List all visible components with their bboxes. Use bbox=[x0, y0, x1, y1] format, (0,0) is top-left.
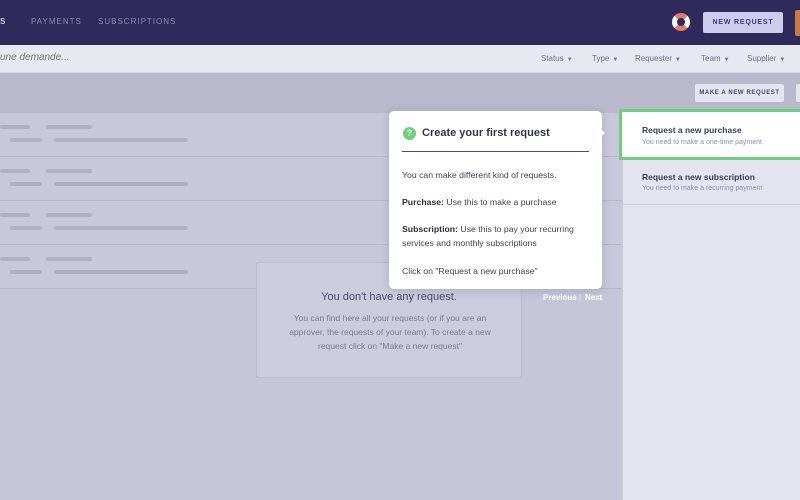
top-nav: S PAYMENTS SUBSCRIPTIONS NEW REQUEST bbox=[0, 0, 800, 45]
chevron-down-icon: ▼ bbox=[779, 57, 786, 63]
skeleton-line bbox=[54, 270, 188, 274]
tour-intro: You can make different kind of requests. bbox=[402, 170, 557, 180]
divider bbox=[402, 151, 589, 152]
request-purchase-option[interactable]: Request a new purchase You need to make … bbox=[619, 109, 800, 160]
chevron-down-icon: ▼ bbox=[723, 57, 730, 63]
empty-state-title: You don't have any request. bbox=[321, 291, 457, 303]
tour-purchase-text: Purchase: Use this to make a purchase bbox=[402, 197, 557, 207]
tour-next-button[interactable]: Next bbox=[585, 293, 602, 302]
skeleton-line bbox=[54, 226, 188, 230]
option-description: You need to make a one-time payment bbox=[642, 139, 762, 146]
tour-popover: ? Create your first request You can make… bbox=[389, 111, 602, 289]
skeleton-line bbox=[54, 182, 188, 186]
chevron-down-icon: ▼ bbox=[612, 57, 619, 63]
skeleton-line bbox=[10, 270, 42, 274]
secondary-button-edge[interactable] bbox=[796, 84, 800, 102]
skeleton-line bbox=[10, 138, 42, 142]
skeleton-line bbox=[0, 213, 30, 217]
option-title: Request a new subscription bbox=[642, 172, 755, 182]
chevron-down-icon: ▼ bbox=[566, 57, 573, 63]
skeleton-line bbox=[10, 226, 42, 230]
skeleton-line bbox=[0, 257, 30, 261]
make-new-request-button[interactable]: MAKE A NEW REQUEST bbox=[695, 84, 784, 102]
content-header bbox=[0, 73, 800, 113]
tour-cta: Click on "Request a new purchase" bbox=[402, 266, 538, 276]
filter-requester[interactable]: Requester ▼ bbox=[635, 54, 681, 63]
filter-type[interactable]: Type ▼ bbox=[592, 54, 618, 63]
popover-arrow bbox=[598, 127, 605, 139]
filter-bar: Status▼ Type▼ Requester▼ Team▼ Supplier▼ bbox=[0, 45, 800, 73]
filter-supplier[interactable]: Supplier ▼ bbox=[747, 54, 785, 63]
filter-team[interactable]: Team ▼ bbox=[701, 54, 730, 63]
skeleton-line bbox=[10, 182, 42, 186]
skeleton-line bbox=[46, 169, 92, 173]
nav-item-payments[interactable]: PAYMENTS bbox=[31, 17, 82, 26]
question-icon: ? bbox=[403, 127, 416, 140]
search-input[interactable] bbox=[0, 52, 300, 63]
option-title: Request a new purchase bbox=[642, 125, 742, 135]
tour-title: Create your first request bbox=[422, 127, 550, 139]
nav-item-partial[interactable]: S bbox=[0, 17, 6, 26]
tour-previous-button[interactable]: Previous bbox=[543, 293, 577, 302]
avatar[interactable] bbox=[795, 10, 800, 36]
lifebuoy-icon[interactable] bbox=[672, 13, 690, 31]
skeleton-line bbox=[46, 125, 92, 129]
tour-subscription-text: Subscription: Use this to pay your recur… bbox=[402, 224, 574, 248]
skeleton-line bbox=[46, 213, 92, 217]
new-request-button[interactable]: NEW REQUEST bbox=[703, 12, 783, 33]
skeleton-line bbox=[54, 138, 188, 142]
skeleton-line bbox=[0, 125, 30, 129]
nav-item-subscriptions[interactable]: SUBSCRIPTIONS bbox=[98, 17, 176, 26]
filter-status[interactable]: Status ▼ bbox=[541, 54, 573, 63]
chevron-down-icon: ▼ bbox=[674, 57, 681, 63]
skeleton-line bbox=[46, 257, 92, 261]
empty-state-description: You can find here all your requests (or … bbox=[289, 313, 491, 351]
divider bbox=[623, 204, 800, 205]
pager-separator: | bbox=[579, 293, 582, 302]
request-subscription-option[interactable]: Request a new subscription You need to m… bbox=[623, 160, 800, 204]
option-description: You need to make a recurring payment bbox=[642, 185, 763, 192]
skeleton-line bbox=[0, 169, 30, 173]
